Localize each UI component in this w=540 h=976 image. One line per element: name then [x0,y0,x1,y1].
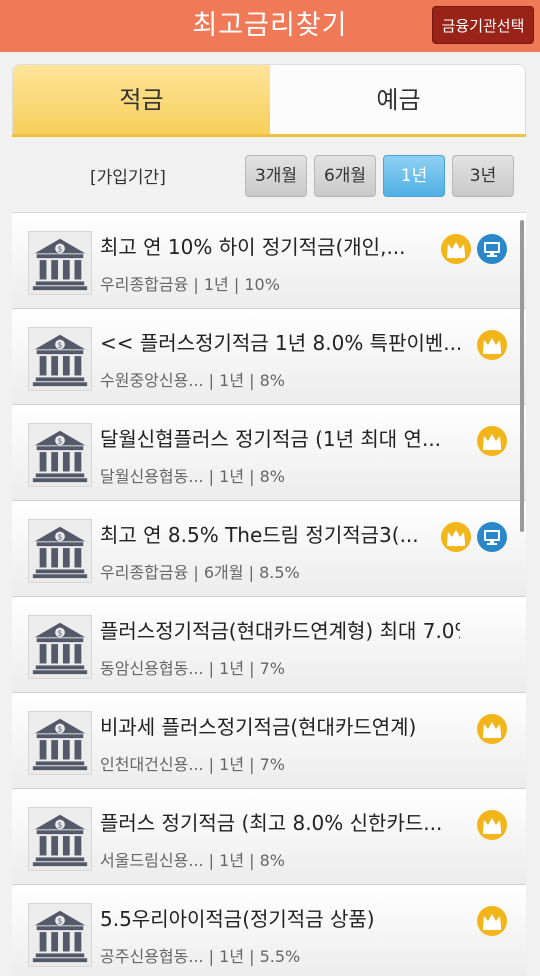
institution-select-button[interactable]: 금융기관선택 [432,6,534,44]
svg-text:$: $ [58,244,63,253]
bank-icon: $ [28,615,92,679]
svg-text:$: $ [58,532,63,541]
period-label: [가입기간] [90,168,166,188]
crown-icon [476,809,508,841]
crown-icon [476,905,508,937]
svg-text:$: $ [58,628,63,637]
product-list-item[interactable]: $ 최고 연 8.5% The드림 정기적금3(... 우리종합금융 | 6개월 |… [12,501,526,597]
product-list-item[interactable]: $ 최고 연 10% 하이 정기적금(개인,... 우리종합금융 | 1년 | 10… [12,213,526,309]
bank-icon: $ [28,231,92,295]
product-title: 5.5우리아이적금(정기적금 상품) [100,907,375,931]
bank-icon: $ [28,327,92,391]
crown-icon [476,713,508,745]
product-list-item[interactable]: $ 플러스 정기적금 (최고 8.0% 신한카드... 서울드림신용... | 1년… [12,789,526,885]
bank-icon: $ [28,903,92,967]
tab-bar: 적금 예금 [12,64,526,136]
product-title: 달월신협플러스 정기적금 (1년 최대 연... [100,427,442,451]
product-title: 플러스 정기적금 (최고 8.0% 신한카드... [100,811,443,835]
product-list-item[interactable]: $ 비과세 플러스정기적금(현대카드연계) 인천대건신용... | 1년 | 7% [12,693,526,789]
period-6-months-button[interactable]: 6개월 [314,155,376,197]
product-title: << 플러스정기적금 1년 8.0% 특판이벤... [100,331,460,355]
product-subtitle: 우리종합금융 | 1년 | 10% [100,275,280,294]
tab-deposit[interactable]: 예금 [270,65,525,135]
crown-icon [440,521,472,553]
product-list-item[interactable]: $5.5우리아이적금(정기적금 상품) 공주신용협동... | 1년 | 5.5% [12,885,526,976]
product-list-item[interactable]: $ 플러스정기적금(현대카드연계형) 최대 7.0% 동암신용협동... | 1년 … [12,597,526,693]
monitor-icon [476,233,508,265]
product-subtitle: 인천대건신용... | 1년 | 7% [100,755,285,774]
product-subtitle: 수원중앙신용... | 1년 | 8% [100,371,285,390]
scrollbar[interactable] [520,220,524,532]
crown-icon [476,425,508,457]
product-subtitle: 공주신용협동... | 1년 | 5.5% [100,947,301,966]
period-3-months-button[interactable]: 3개월 [245,155,307,197]
product-title: 최고 연 10% 하이 정기적금(개인,... [100,235,406,259]
product-title: 비과세 플러스정기적금(현대카드연계) [100,715,417,739]
tab-underline [12,134,526,137]
product-subtitle: 우리종합금융 | 6개월 | 8.5% [100,563,300,582]
product-subtitle: 동암신용협동... | 1년 | 7% [100,659,285,678]
svg-text:$: $ [58,724,63,733]
tab-savings[interactable]: 적금 [13,65,270,135]
svg-text:$: $ [58,820,63,829]
period-3-years-button[interactable]: 3년 [452,155,514,197]
crown-icon [476,329,508,361]
product-subtitle: 달월신용협동... | 1년 | 8% [100,467,285,486]
product-list-item[interactable]: $ 달월신협플러스 정기적금 (1년 최대 연... 달월신용협동... | 1년 … [12,405,526,501]
product-list: $ 최고 연 10% 하이 정기적금(개인,... 우리종합금융 | 1년 | 10… [12,212,526,976]
product-list-item[interactable]: $ << 플러스정기적금 1년 8.0% 특판이벤... 수원중앙신용... | 1… [12,309,526,405]
svg-text:$: $ [58,916,63,925]
crown-icon [440,233,472,265]
header-bar: 최고금리찾기 금융기관선택 [0,0,540,52]
bank-icon: $ [28,519,92,583]
svg-text:$: $ [58,340,63,349]
bank-icon: $ [28,423,92,487]
product-title: 최고 연 8.5% The드림 정기적금3(... [100,523,419,547]
bank-icon: $ [28,807,92,871]
product-title: 플러스정기적금(현대카드연계형) 최대 7.0% [100,619,460,643]
period-1-year-button[interactable]: 1년 [383,155,445,197]
product-subtitle: 서울드림신용... | 1년 | 8% [100,851,285,870]
svg-text:$: $ [58,436,63,445]
monitor-icon [476,521,508,553]
bank-icon: $ [28,711,92,775]
